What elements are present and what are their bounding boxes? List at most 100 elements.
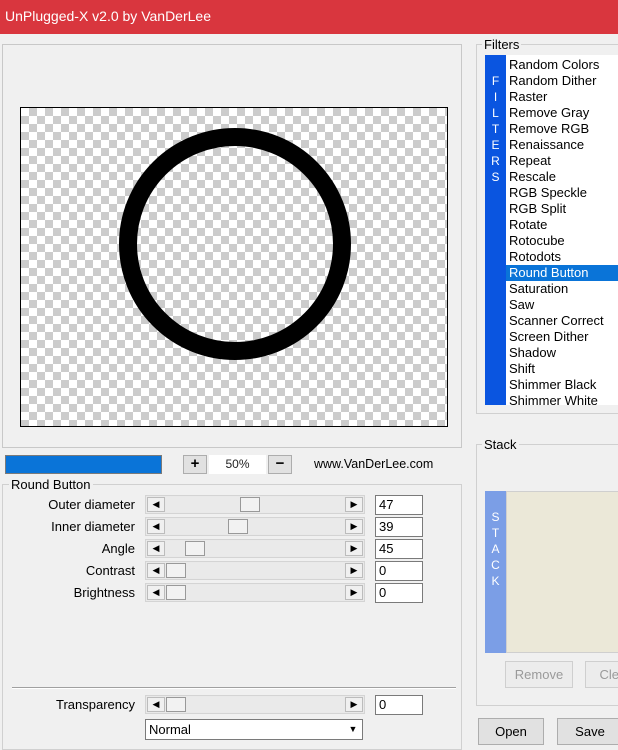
vertical-letter: C	[491, 558, 500, 572]
vertical-letter: T	[491, 526, 500, 540]
filter-item[interactable]: Repeat	[506, 153, 618, 169]
vertical-letter: L	[492, 106, 499, 120]
slider-track[interactable]	[166, 563, 344, 578]
filter-item[interactable]: RGB Split	[506, 201, 618, 217]
save-button[interactable]: Save	[557, 718, 618, 745]
filter-item[interactable]: Random Colors	[506, 57, 618, 73]
stack-group-title: Stack	[482, 437, 519, 452]
slider-thumb[interactable]	[166, 697, 186, 712]
chevron-left-icon[interactable]: ◀	[147, 541, 165, 556]
chevron-right-icon[interactable]: ▶	[345, 697, 363, 712]
vertical-letter: T	[491, 122, 500, 136]
contrast-label: Contrast	[85, 563, 135, 578]
preview-panel	[2, 44, 462, 448]
chevron-right-icon[interactable]: ▶	[345, 497, 363, 512]
zoom-out-button[interactable]: −	[268, 455, 292, 474]
slider-track[interactable]	[166, 519, 344, 534]
chevron-down-icon[interactable]: ▼	[344, 720, 362, 739]
brightness-label: Brightness	[73, 585, 135, 600]
filter-item[interactable]: Shimmer Black	[506, 377, 618, 393]
chevron-right-icon[interactable]: ▶	[345, 541, 363, 556]
filter-item[interactable]: Rotocube	[506, 233, 618, 249]
filter-item[interactable]: Saturation	[506, 281, 618, 297]
transparency-label: Transparency	[56, 697, 135, 712]
angle-label: Angle	[101, 541, 135, 556]
slider-thumb[interactable]	[227, 519, 248, 534]
vertical-letter: S	[491, 510, 500, 524]
filter-item[interactable]: Screen Dither	[506, 329, 618, 345]
chevron-right-icon[interactable]: ▶	[345, 519, 363, 534]
preview-ring-shape	[119, 128, 351, 360]
brightness-slider[interactable]: ◀ ▶	[145, 583, 365, 602]
angle-slider[interactable]: ◀ ▶	[145, 539, 365, 558]
zoom-level: 50%	[209, 455, 266, 474]
chevron-left-icon[interactable]: ◀	[147, 519, 165, 534]
angle-value-input[interactable]: 45	[375, 539, 423, 559]
title-bar: UnPlugged-X v2.0 by VanDerLee	[0, 0, 618, 34]
filters-list[interactable]: Random Colors Random Dither Raster Remove G…	[506, 55, 618, 405]
transparency-value-input[interactable]: 0	[375, 695, 423, 715]
slider-thumb[interactable]	[166, 563, 186, 578]
open-button[interactable]: Open	[478, 718, 544, 745]
inner-diameter-slider[interactable]: ◀ ▶	[145, 517, 365, 536]
separator	[12, 687, 456, 689]
filter-item[interactable]: Random Dither	[506, 73, 618, 89]
inner-diameter-label: Inner diameter	[51, 519, 135, 534]
remove-button[interactable]: Remove	[505, 661, 573, 688]
slider-thumb[interactable]	[240, 497, 261, 512]
stack-list[interactable]	[506, 491, 618, 653]
vertical-letter: K	[491, 574, 500, 588]
filter-item[interactable]: Saw	[506, 297, 618, 313]
vertical-letter: F	[491, 74, 500, 88]
chevron-left-icon[interactable]: ◀	[147, 497, 165, 512]
filter-item[interactable]: Remove RGB	[506, 121, 618, 137]
chevron-right-icon[interactable]: ▶	[345, 563, 363, 578]
filter-item[interactable]: Rotate	[506, 217, 618, 233]
progress-bar	[5, 455, 162, 474]
filter-item[interactable]: Shadow	[506, 345, 618, 361]
chevron-right-icon[interactable]: ▶	[345, 585, 363, 600]
window-title: UnPlugged-X v2.0 by VanDerLee	[5, 8, 211, 24]
outer-diameter-label: Outer diameter	[48, 497, 135, 512]
filter-item[interactable]: RGB Speckle	[506, 185, 618, 201]
filter-item[interactable]: Scanner Correct	[506, 313, 618, 329]
slider-track[interactable]	[166, 697, 344, 712]
vertical-letter: E	[491, 138, 500, 152]
filter-item[interactable]: Shift	[506, 361, 618, 377]
clear-button[interactable]: Clear	[585, 661, 618, 688]
website-link[interactable]: www.VanDerLee.com	[314, 457, 433, 471]
filter-item[interactable]: Round Button	[506, 265, 618, 281]
blend-mode-select[interactable]: Normal ▼	[145, 719, 363, 740]
contrast-slider[interactable]: ◀ ▶	[145, 561, 365, 580]
chevron-left-icon[interactable]: ◀	[147, 585, 165, 600]
zoom-in-button[interactable]: +	[183, 455, 207, 474]
brightness-value-input[interactable]: 0	[375, 583, 423, 603]
filter-item[interactable]: Raster	[506, 89, 618, 105]
progress-fill	[6, 456, 161, 473]
contrast-value-input[interactable]: 0	[375, 561, 423, 581]
stack-vertical-label: STACK	[485, 509, 506, 589]
filters-group-title: Filters	[482, 37, 522, 52]
blend-mode-value: Normal	[149, 722, 191, 737]
filter-item[interactable]: Shimmer White	[506, 393, 618, 405]
chevron-left-icon[interactable]: ◀	[147, 697, 165, 712]
vertical-letter: A	[491, 542, 500, 556]
inner-diameter-value-input[interactable]: 39	[375, 517, 423, 537]
vertical-letter: R	[491, 154, 500, 168]
outer-diameter-value-input[interactable]: 47	[375, 495, 423, 515]
preview-canvas[interactable]	[20, 107, 448, 427]
slider-thumb[interactable]	[184, 541, 205, 556]
chevron-left-icon[interactable]: ◀	[147, 563, 165, 578]
filter-item[interactable]: Rotodots	[506, 249, 618, 265]
filter-item[interactable]: Renaissance	[506, 137, 618, 153]
vertical-letter: S	[491, 170, 500, 184]
filter-item[interactable]: Remove Gray	[506, 105, 618, 121]
transparency-slider[interactable]: ◀ ▶	[145, 695, 365, 714]
filter-item[interactable]: Rescale	[506, 169, 618, 185]
filters-vertical-label: FILTERS	[485, 73, 506, 185]
slider-track[interactable]	[166, 585, 344, 600]
parameters-group-title: Round Button	[9, 477, 93, 492]
slider-thumb[interactable]	[166, 585, 186, 600]
outer-diameter-slider[interactable]: ◀ ▶	[145, 495, 365, 514]
vertical-letter: I	[493, 90, 498, 104]
